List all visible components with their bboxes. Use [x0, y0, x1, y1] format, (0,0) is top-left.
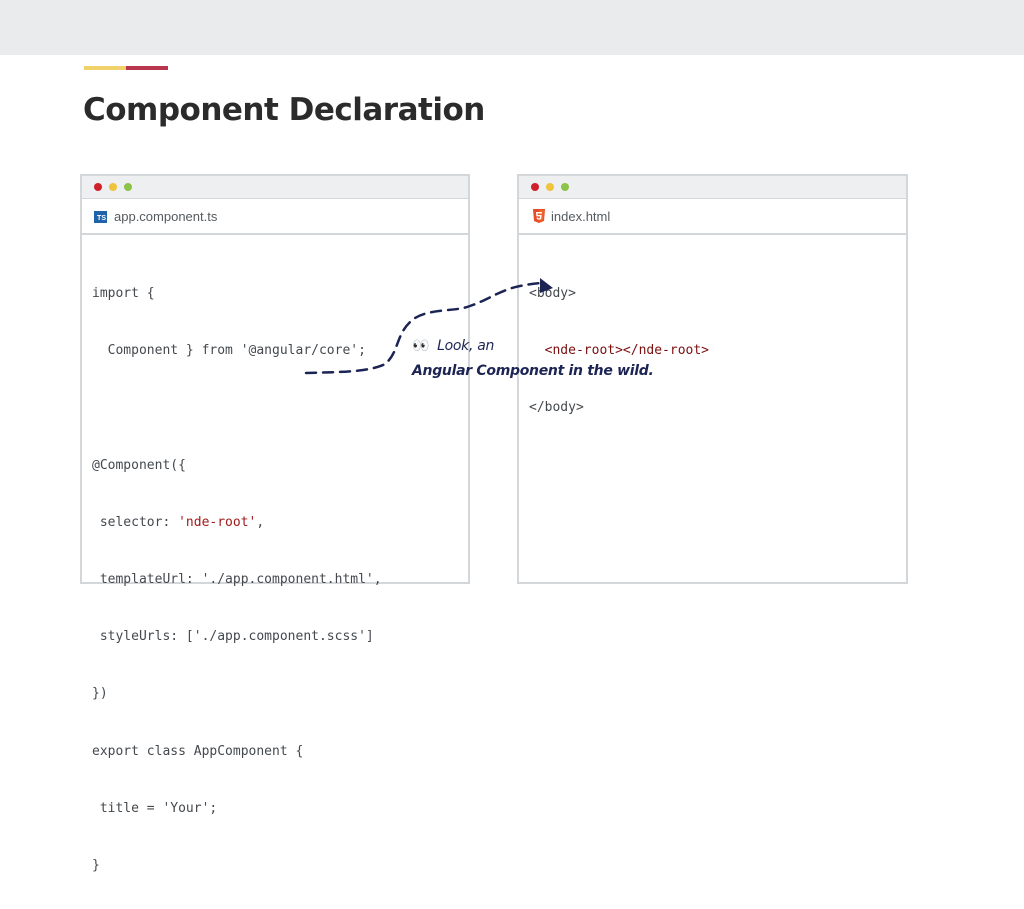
eyes-icon: 👀	[412, 338, 430, 354]
dashed-arrow-connector	[304, 278, 553, 375]
code-line: title = 'Your';	[92, 800, 218, 816]
code-line: export class AppComponent {	[92, 743, 304, 759]
annotation-text-1: Look, an	[437, 338, 495, 354]
code-line: }	[92, 857, 100, 873]
code-line: styleUrls: ['./app.component.scss']	[92, 629, 374, 645]
annotation-line-2: Angular Component in the wild.	[412, 363, 654, 379]
code-line: })	[92, 686, 108, 702]
annotation-line-1: 👀 Look, an	[412, 338, 494, 354]
